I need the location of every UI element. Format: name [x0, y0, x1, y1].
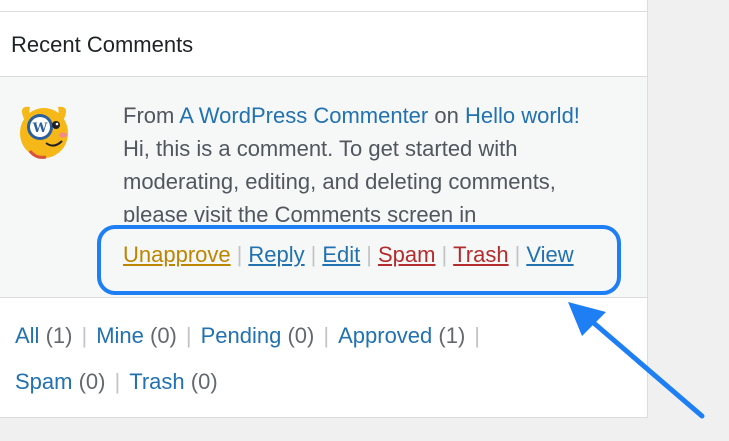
- comment-post-link[interactable]: Hello world!: [465, 103, 580, 128]
- filter-count: (1): [45, 323, 73, 348]
- filter-separator: |: [323, 323, 330, 348]
- filter-separator: |: [114, 369, 121, 394]
- recent-comments-widget: Recent Comments W From A WordPress Comme…: [0, 0, 648, 418]
- filter-count: (1): [438, 323, 466, 348]
- filter-count: (0): [150, 323, 177, 348]
- filter-label: Mine: [96, 323, 144, 348]
- annotation-highlight-box: [97, 225, 621, 295]
- filter-trash-link[interactable]: Trash (0): [129, 369, 217, 394]
- filter-count: (0): [287, 323, 315, 348]
- divider: [0, 297, 647, 298]
- filter-pending-link[interactable]: Pending (0): [201, 323, 315, 348]
- filter-spam-link[interactable]: Spam (0): [15, 369, 106, 394]
- filter-label: Trash: [129, 369, 185, 394]
- comment-author-link[interactable]: A WordPress Commenter: [179, 103, 428, 128]
- filter-separator: |: [474, 323, 481, 348]
- arrow-pointer-icon: [568, 302, 705, 419]
- widget-title: Recent Comments: [11, 32, 194, 57]
- filter-count: (0): [190, 369, 218, 394]
- previous-widget-edge: [0, 0, 647, 12]
- comment-filters-row-2: Spam (0) | Trash (0): [15, 367, 218, 397]
- comment-filters-row-1: All (1) | Mine (0) | Pending (0) | Approved (1…: [15, 321, 489, 351]
- filter-separator: |: [185, 323, 192, 348]
- on-label: on: [434, 103, 459, 128]
- filter-label: Approved: [338, 323, 433, 348]
- from-label: From: [123, 103, 175, 128]
- comment-excerpt: Hi, this is a comment. To get started wi…: [123, 136, 556, 222]
- svg-text:W: W: [32, 121, 48, 136]
- filter-mine-link[interactable]: Mine (0): [96, 323, 177, 348]
- filter-separator: |: [81, 323, 88, 348]
- comment-body: From A WordPress Commenter on Hello worl…: [123, 99, 623, 222]
- filter-label: All: [15, 323, 40, 348]
- filter-all-link[interactable]: All (1): [15, 323, 72, 348]
- filter-approved-link[interactable]: Approved (1): [338, 323, 465, 348]
- filter-label: Spam: [15, 369, 73, 394]
- filter-count: (0): [78, 369, 106, 394]
- avatar: W: [20, 106, 68, 159]
- filter-label: Pending: [200, 323, 282, 348]
- comment-meta: From A WordPress Commenter on Hello worl…: [123, 99, 623, 132]
